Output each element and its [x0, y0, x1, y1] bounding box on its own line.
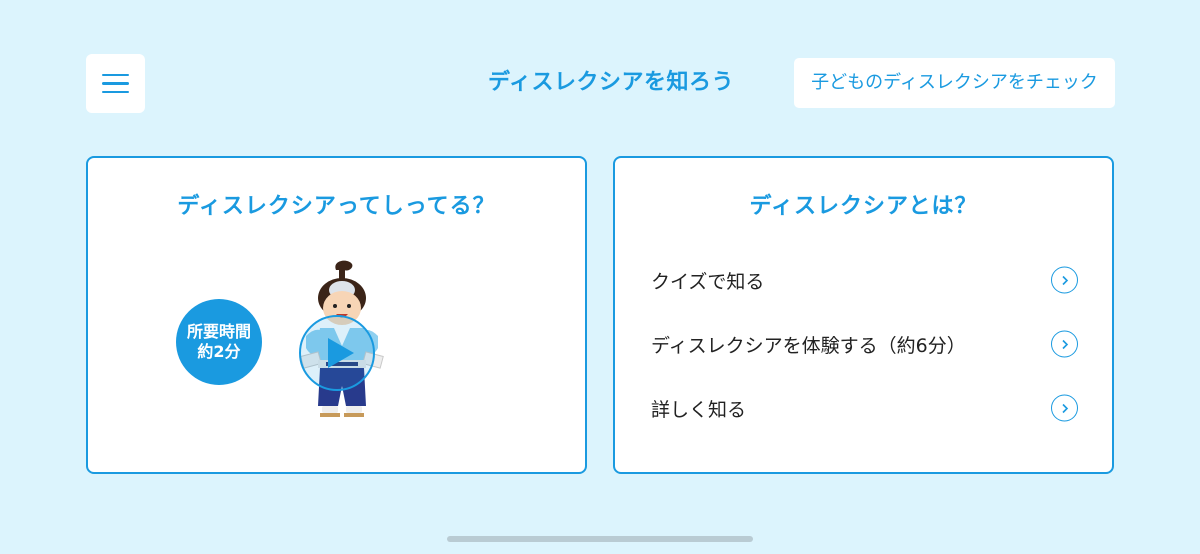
duration-badge: 所要時間 約2分 — [176, 299, 262, 385]
chevron-right-circle-icon[interactable] — [1051, 394, 1078, 422]
menu-item-experience[interactable]: ディスレクシアを体験する（約6分） — [651, 312, 1078, 376]
duration-value: 約2分 — [197, 342, 241, 361]
play-icon[interactable] — [298, 314, 376, 392]
menu-item-label: 詳しく知る — [651, 398, 747, 421]
info-card-title: ディスレクシアとは？ — [749, 194, 978, 219]
hamburger-menu-icon — [102, 82, 129, 85]
chevron-right-circle-icon[interactable] — [1051, 330, 1078, 358]
page-title: ディスレクシアを知ろう — [488, 70, 734, 95]
app-screen: ディスレクシアを知ろう 子どものディスレクシアをチェック ディスレクシアってしっ… — [0, 0, 1200, 554]
info-menu-list: クイズで知る ディスレクシアを体験する（約6分） 詳しく知る — [651, 248, 1078, 440]
hamburger-menu-icon — [102, 90, 129, 94]
menu-item-quiz[interactable]: クイズで知る — [651, 248, 1078, 312]
duration-label: 所要時間 — [186, 322, 251, 341]
chevron-right-circle-icon[interactable] — [1051, 266, 1078, 294]
menu-item-label: ディスレクシアを体験する（約6分） — [651, 334, 966, 357]
menu-item-label: クイズで知る — [651, 270, 765, 293]
video-card-title: ディスレクシアってしってる？ — [177, 194, 496, 219]
menu-item-learn-more[interactable]: 詳しく知る — [651, 376, 1078, 440]
hamburger-menu-button[interactable] — [86, 54, 145, 113]
video-card: ディスレクシアってしってる？ 所要時間 約2分 — [86, 156, 587, 474]
child-dyslexia-check-button[interactable]: 子どものディスレクシアをチェック — [794, 58, 1115, 108]
hamburger-menu-icon — [102, 73, 129, 77]
home-indicator[interactable] — [447, 536, 753, 542]
info-card: ディスレクシアとは？ クイズで知る ディスレクシアを体験する（約6分） 詳しく知… — [613, 156, 1114, 474]
